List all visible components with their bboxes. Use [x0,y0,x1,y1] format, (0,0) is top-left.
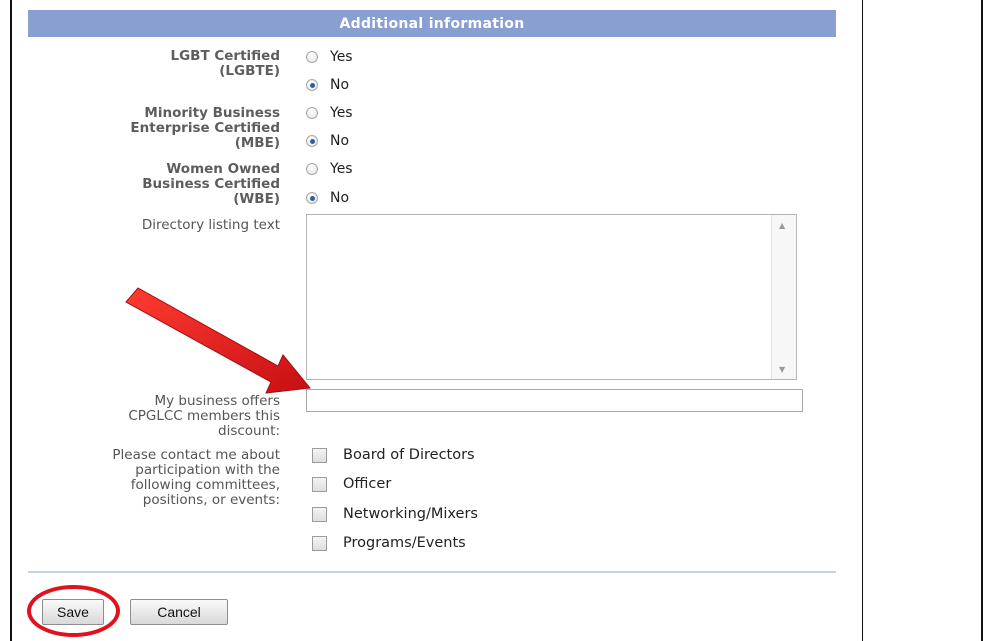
wbe-no-label: No [330,190,350,206]
lgbt-yes-option[interactable]: Yes [306,49,353,65]
lgbt-yes-label: Yes [330,49,353,65]
board-of-directors-label: Board of Directors [343,447,475,463]
networking-mixers-option[interactable]: Networking/Mixers [312,506,478,522]
scroll-down-icon[interactable]: ▼ [779,365,785,374]
networking-mixers-label: Networking/Mixers [343,506,478,522]
discount-label: My business offers CPGLCC members this d… [30,394,280,439]
discount-input[interactable] [306,389,803,412]
lgbt-label: LGBT Certified (LGBTE) [30,49,280,79]
contact-label-line1: Please contact me about [112,447,280,463]
directory-label-text: Directory listing text [141,217,280,233]
mbe-label-line3: (MBE) [234,135,280,151]
contact-label: Please contact me about participation wi… [30,448,280,508]
highlight-circle-annotation [27,585,120,637]
wbe-label-line3: (WBE) [233,191,280,207]
mbe-yes-label: Yes [330,105,353,121]
wbe-yes-radio[interactable] [306,163,318,175]
directory-label: Directory listing text [30,218,280,233]
lgbt-yes-radio[interactable] [306,51,318,63]
contact-label-line4: positions, or events: [142,492,280,508]
wbe-yes-label: Yes [330,161,353,177]
discount-label-line3: discount: [218,423,280,439]
contact-label-line2: participation with the [135,462,280,478]
officer-checkbox[interactable] [312,476,327,492]
wbe-no-option[interactable]: No [306,190,349,206]
board-of-directors-option[interactable]: Board of Directors [312,447,475,463]
discount-label-line2: CPGLCC members this [128,408,280,424]
scroll-up-icon[interactable]: ▲ [779,221,785,230]
wbe-label-line1: Women Owned [166,161,280,177]
cancel-button[interactable]: Cancel [130,599,228,625]
contact-label-line3: following committees, [130,477,280,493]
lgbt-no-label: No [330,77,350,93]
mbe-no-radio[interactable] [306,135,318,147]
wbe-yes-option[interactable]: Yes [306,161,353,177]
section-header: Additional information [28,10,836,37]
mbe-label-line1: Minority Business [144,105,280,121]
lgbt-label-line2: (LGBTE) [219,63,280,79]
lgbt-no-option[interactable]: No [306,77,349,93]
wbe-no-radio[interactable] [306,192,318,204]
networking-mixers-checkbox[interactable] [312,506,327,522]
programs-events-option[interactable]: Programs/Events [312,535,466,551]
lgbt-label-line1: LGBT Certified [170,48,280,64]
wbe-label-line2: Business Certified [142,176,280,192]
officer-label: Officer [343,476,392,492]
mbe-label: Minority Business Enterprise Certified (… [30,106,280,151]
wbe-label: Women Owned Business Certified (WBE) [30,162,280,207]
lgbt-no-radio[interactable] [306,79,318,91]
officer-option[interactable]: Officer [312,476,391,492]
board-of-directors-checkbox[interactable] [312,447,327,463]
column-divider [862,0,863,641]
directory-listing-textarea[interactable]: ▲ ▼ [306,214,797,380]
programs-events-checkbox[interactable] [312,535,327,551]
mbe-no-label: No [330,133,350,149]
discount-label-line1: My business offers [154,393,280,409]
mbe-label-line2: Enterprise Certified [130,120,280,136]
textarea-scrollbar[interactable]: ▲ ▼ [771,215,796,379]
mbe-yes-option[interactable]: Yes [306,105,353,121]
section-title: Additional information [339,15,525,32]
mbe-yes-radio[interactable] [306,107,318,119]
programs-events-label: Programs/Events [343,535,466,551]
section-divider [28,571,836,573]
mbe-no-option[interactable]: No [306,133,349,149]
